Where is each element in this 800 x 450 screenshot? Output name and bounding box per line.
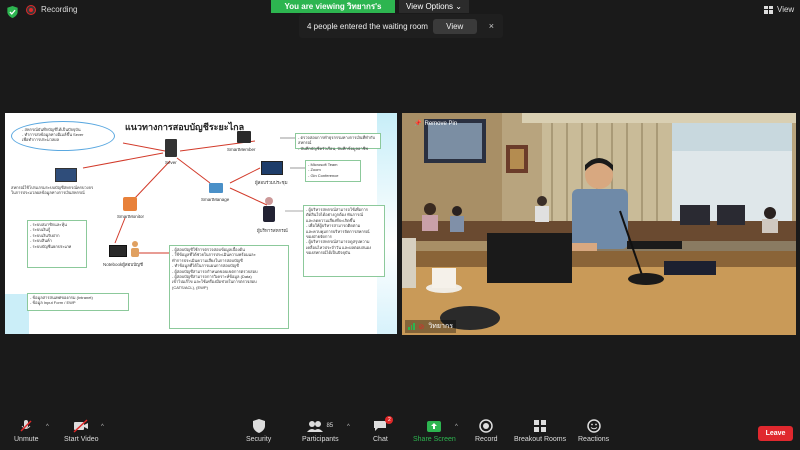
notebook-label: Notebookผู้สอบบัญชี [103, 262, 143, 267]
signal-strength-icon [408, 323, 415, 330]
manager-person-icon [263, 197, 275, 223]
video-off-icon [73, 418, 89, 434]
reactions-label: Reactions [578, 436, 610, 443]
viewing-banner: You are viewing วิทยากร's screen [271, 0, 395, 24]
breakout-rooms-icon [533, 418, 547, 434]
waiting-room-message: 4 people entered the waiting room [307, 21, 428, 31]
ellipse-text: - สหกรณ์บันทึกบัญชีได้เป็นปัจจุบัน - ทำก… [22, 127, 84, 142]
participant-name: วิทยากร [428, 323, 453, 330]
unmute-button[interactable]: Unmute [14, 418, 39, 443]
meeting-label: ผู้สอบร่วมประชุม [255, 180, 288, 185]
speaker-video[interactable]: 📌 Remove Pin ⊘ วิทยากร [402, 113, 796, 335]
view-options-button[interactable]: View Options ⌄ [399, 0, 469, 13]
start-video-button[interactable]: Start Video [64, 418, 99, 443]
participants-label: Participants [302, 436, 339, 443]
remove-pin-button[interactable]: 📌 Remove Pin [414, 120, 458, 128]
chat-icon: 2 [373, 416, 394, 434]
record-label: Record [475, 436, 498, 443]
chat-button[interactable]: 2 Chat [373, 416, 394, 443]
record-dot-icon [27, 5, 35, 14]
chevron-up-icon[interactable]: ^ [101, 424, 104, 430]
left-description: สหกรณ์ใช้โปรแกรมระบบบัญชีสหกรณ์ครบวงจร ใ… [11, 185, 94, 195]
smartmember-label: SmartMember [227, 147, 256, 152]
slide-ellipse-note: - สหกรณ์บันทึกบัญชีได้เป็นปัจจุบัน - ทำก… [11, 121, 115, 151]
waiting-room-view-button[interactable]: View [432, 18, 477, 34]
share-screen-label: Share Screen [413, 436, 456, 443]
chat-label: Chat [373, 436, 388, 443]
data-box: - ข้อมูลสารสนเทศของกรม (Intranet) - ข้อม… [27, 293, 129, 311]
smiley-icon [586, 418, 601, 434]
auditor-person-icon [131, 241, 139, 257]
record-button[interactable]: Record [475, 418, 498, 443]
recording-indicator[interactable]: Recording [27, 5, 77, 14]
remove-pin-label: Remove Pin [424, 120, 458, 127]
smartmanage-label: SmartManage [201, 197, 230, 202]
participants-button[interactable]: 85 Participants [302, 418, 339, 443]
chat-badge: 2 [385, 416, 394, 424]
shared-slide: แนวทางการสอบบัญชีระยะไกล - สหกรณ์บันทึกบ… [5, 113, 397, 334]
smartmonitor-label: SmartMonitor [117, 214, 145, 219]
pin-icon: 📌 [414, 121, 422, 127]
participants-icon: 85 [307, 418, 333, 434]
breakout-rooms-button[interactable]: Breakout Rooms [514, 418, 566, 443]
monitor-icon [209, 183, 223, 193]
recording-label: Recording [41, 5, 78, 14]
server-icon [165, 139, 177, 157]
view-button[interactable]: View [764, 5, 794, 14]
record-icon [479, 418, 494, 434]
security-button[interactable]: Security [246, 418, 271, 443]
auditor-desc-box: - ผู้สอบบัญชีใช้การตรวจสอบข้อมูลเบื้องต้… [169, 245, 289, 329]
slide-title: แนวทางการสอบบัญชีระยะไกล [125, 122, 245, 132]
member-desc-box: - ตรวจสอบการทำธุรกรรมทางการเงินที่ทำกับส… [295, 133, 381, 151]
systems-box: - ระบบสมาชิกและหุ้น - ระบบเงินกู้ - ระบบ… [27, 220, 87, 268]
shield-icon [252, 418, 265, 434]
breakout-rooms-label: Breakout Rooms [514, 436, 567, 443]
chevron-down-icon: ⌄ [455, 2, 462, 11]
microphone-muted-icon [19, 418, 33, 434]
start-video-label: Start Video [64, 436, 99, 443]
participants-count: 85 [326, 423, 334, 429]
chevron-up-icon[interactable]: ^ [347, 424, 350, 430]
reactions-button[interactable]: Reactions [578, 418, 609, 443]
share-screen-icon [426, 418, 442, 434]
view-label: View [777, 5, 795, 14]
laptop-icon [55, 168, 77, 182]
close-icon[interactable]: × [489, 21, 494, 31]
leave-button[interactable]: Leave [758, 426, 793, 441]
security-label: Security [246, 436, 272, 443]
chevron-up-icon[interactable]: ^ [455, 424, 458, 430]
laptop-icon [109, 245, 127, 257]
grid-view-icon [764, 5, 773, 14]
manager-desc-box: - ผู้บริหารสหกรณ์สามารถใช้เพื่อการ ตัดสิ… [303, 205, 385, 277]
chevron-up-icon[interactable]: ^ [46, 424, 49, 430]
unmute-label: Unmute [14, 436, 39, 443]
meeting-toolbar: Unmute ^ Start Video ^ Security 85 Parti… [0, 416, 800, 450]
waiting-room-notification: 4 people entered the waiting room View × [299, 14, 503, 38]
view-options-label: View Options [406, 2, 454, 11]
meeting-desc-box: - Microsoft Team - Zoom - Gin Conference [305, 160, 361, 182]
laptop-icon [261, 161, 283, 175]
monitor-app-icon [123, 197, 137, 211]
participant-name-tag: ⊘ วิทยากร [405, 320, 456, 333]
mobile-device-icon [237, 131, 251, 143]
share-screen-button[interactable]: Share Screen [413, 418, 456, 443]
mic-off-icon: ⊘ [418, 323, 425, 331]
manager-label: ผู้บริหารสหกรณ์ [257, 228, 288, 233]
sever-label: Sever [165, 160, 177, 165]
shield-check-icon[interactable] [7, 6, 18, 18]
camera-scene [402, 113, 796, 335]
